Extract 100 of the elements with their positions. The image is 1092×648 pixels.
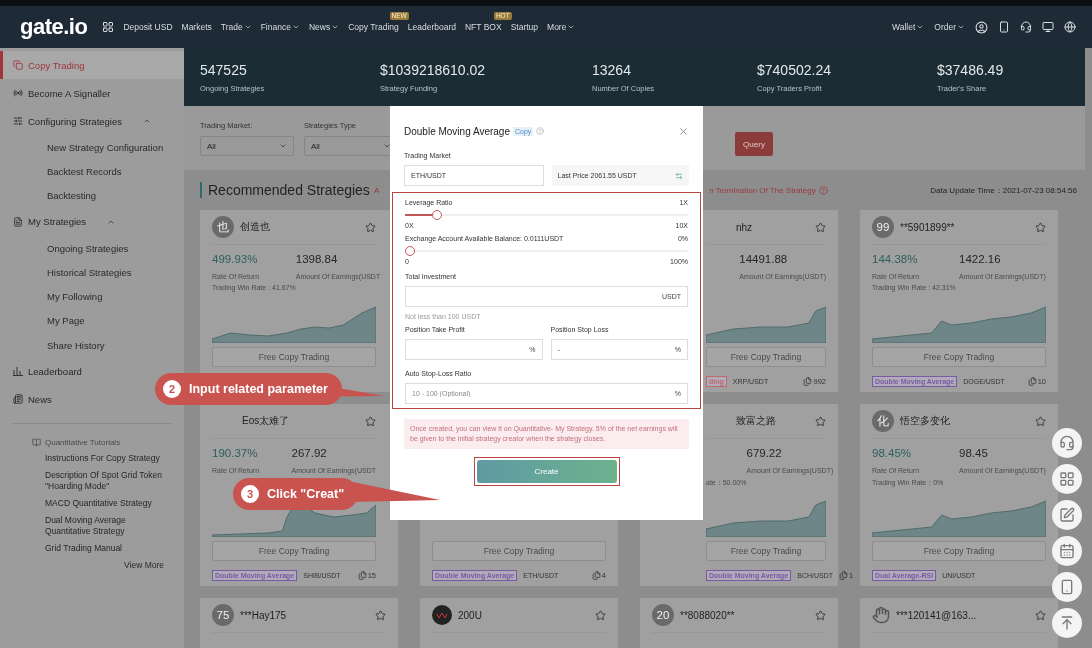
sidebar-item[interactable]: Configuring Strategies [0, 107, 159, 135]
view-more-link[interactable]: View More [124, 560, 164, 571]
free-copy-trading-button[interactable]: Free Copy Trading [212, 541, 376, 561]
calendar-button[interactable] [1052, 536, 1082, 566]
avatar: 化 [872, 410, 894, 432]
tutorial-link[interactable]: MACD Quantitative Strategy [32, 498, 172, 510]
trader-name: 致富之路 [736, 414, 776, 428]
stat-value: $37486.49 [937, 61, 1005, 78]
callout-text: Input related parameter [189, 382, 328, 396]
trader-name: 悟空多变化 [900, 414, 950, 428]
slider-thumb[interactable] [405, 246, 415, 256]
hand-icon [872, 606, 890, 624]
star-icon[interactable] [815, 609, 826, 621]
support-button[interactable] [1052, 428, 1082, 458]
nav-link[interactable]: Leaderboard [407, 22, 456, 32]
sidebar-item[interactable]: My Strategies [0, 207, 124, 236]
filter-select[interactable]: All [200, 136, 294, 156]
nav-link[interactable]: Copy Trading [348, 22, 399, 32]
query-button[interactable]: Query [735, 132, 773, 156]
nav-link[interactable]: Startup [510, 22, 539, 32]
support-icon[interactable] [1020, 21, 1032, 33]
edit-button[interactable] [1052, 500, 1082, 530]
arrow-up-icon [1059, 615, 1075, 631]
sidebar-subitem[interactable]: Backtesting [0, 183, 184, 208]
stat-value: $1039218610.02 [380, 61, 487, 78]
avatar: 20 [652, 604, 674, 626]
sidebar-item[interactable]: Become A Signaller [0, 79, 119, 107]
step-number: 3 [241, 485, 259, 503]
star-icon[interactable] [815, 415, 826, 427]
sidebar-subitem[interactable]: Backtest Records [0, 159, 184, 184]
monitor-icon[interactable] [1042, 21, 1054, 33]
tutorial-link[interactable]: Dual Moving Average Quantitative Strategy [32, 515, 172, 538]
caret-icon [279, 142, 287, 150]
sidebar-item[interactable]: News [0, 385, 60, 414]
star-icon[interactable] [1035, 221, 1046, 233]
rate-of-return: 144.38% [872, 253, 919, 267]
avatar: 99 [872, 216, 894, 238]
star-icon[interactable] [365, 221, 376, 233]
free-copy-trading-button[interactable]: Free Copy Trading [432, 541, 606, 561]
sidebar-subitem[interactable]: My Following [0, 284, 184, 309]
tutorial-link[interactable]: Grid Trading Manual [32, 543, 172, 555]
close-icon[interactable] [678, 125, 689, 137]
nav-link[interactable]: Markets [181, 22, 212, 32]
signal-icon [13, 88, 23, 98]
star-icon[interactable] [815, 221, 826, 233]
globe-icon[interactable] [1064, 21, 1076, 33]
stat-value: 13264 [592, 61, 632, 78]
trader-name: nhz [736, 221, 753, 233]
earnings-amount: 1398.84 [295, 253, 339, 267]
apps-grid-icon[interactable] [102, 21, 115, 33]
callout-text: Click "Creat" [267, 487, 345, 501]
star-icon[interactable] [365, 415, 376, 427]
back-to-top-button[interactable] [1052, 608, 1082, 638]
nav-link[interactable]: NFT BOX [464, 22, 502, 32]
trader-name: ***120141@163... [896, 609, 977, 621]
free-copy-trading-button[interactable]: Free Copy Trading [212, 347, 376, 367]
logo[interactable]: gate.io [20, 14, 88, 40]
tutorial-link[interactable]: Instructions For Copy Strategy [32, 453, 172, 465]
slider-thumb[interactable] [432, 210, 443, 220]
sidebar-subitem[interactable]: Historical Strategies [0, 260, 184, 285]
nav-link[interactable]: Finance [260, 22, 300, 32]
stat-value: 547525 [200, 61, 248, 78]
grid-button[interactable] [1052, 464, 1082, 494]
user-icon[interactable] [975, 20, 988, 34]
free-copy-trading-button[interactable]: Free Copy Trading [706, 347, 826, 367]
avatar-logo-icon [432, 605, 452, 625]
app-button[interactable] [1052, 572, 1082, 602]
star-icon[interactable] [1035, 415, 1046, 427]
copies-icon [357, 571, 367, 580]
sidebar-item[interactable]: Leaderboard [0, 357, 90, 386]
sidebar-subitem[interactable]: Share History [0, 333, 184, 358]
nav-link[interactable]: Deposit USD [123, 22, 173, 32]
calendar-icon [1059, 543, 1075, 559]
earnings-amount: 1422.16 [959, 253, 1002, 267]
nav-link[interactable]: Order [934, 22, 965, 32]
nav-link[interactable]: More [547, 22, 576, 32]
swap-icon[interactable] [675, 171, 683, 180]
star-icon[interactable] [595, 609, 606, 621]
free-copy-trading-button[interactable]: Free Copy Trading [706, 541, 826, 561]
free-copy-trading-button[interactable]: Free Copy Trading [872, 541, 1046, 561]
caret-icon [957, 23, 965, 31]
help-icon[interactable] [818, 185, 828, 195]
nav-link[interactable]: News [308, 22, 340, 32]
nav-link[interactable]: Wallet [891, 22, 925, 32]
edit-icon [1059, 507, 1075, 523]
dialog-title: Double Moving Average [404, 125, 510, 137]
tutorial-link[interactable]: Description Of Spot Grid Token "Hoarding Mode" [32, 470, 172, 493]
earnings-amount: 267.92 [291, 447, 328, 461]
sidebar-subitem[interactable]: My Page [0, 308, 184, 334]
sidebar-subitem[interactable]: New Strategy Configuration [0, 135, 184, 160]
free-copy-trading-button[interactable]: Free Copy Trading [872, 347, 1046, 367]
step-number: 2 [163, 380, 181, 398]
star-icon[interactable] [375, 609, 386, 621]
star-icon[interactable] [1035, 609, 1046, 621]
grid-icon [1059, 471, 1075, 487]
phone-icon[interactable] [998, 21, 1010, 33]
sidebar-item[interactable]: Copy Trading [0, 51, 184, 79]
nav-link[interactable]: Trade [220, 22, 252, 32]
earnings-amount: 679.22 [746, 447, 783, 461]
sidebar-subitem[interactable]: Ongoing Strategies [0, 235, 184, 261]
